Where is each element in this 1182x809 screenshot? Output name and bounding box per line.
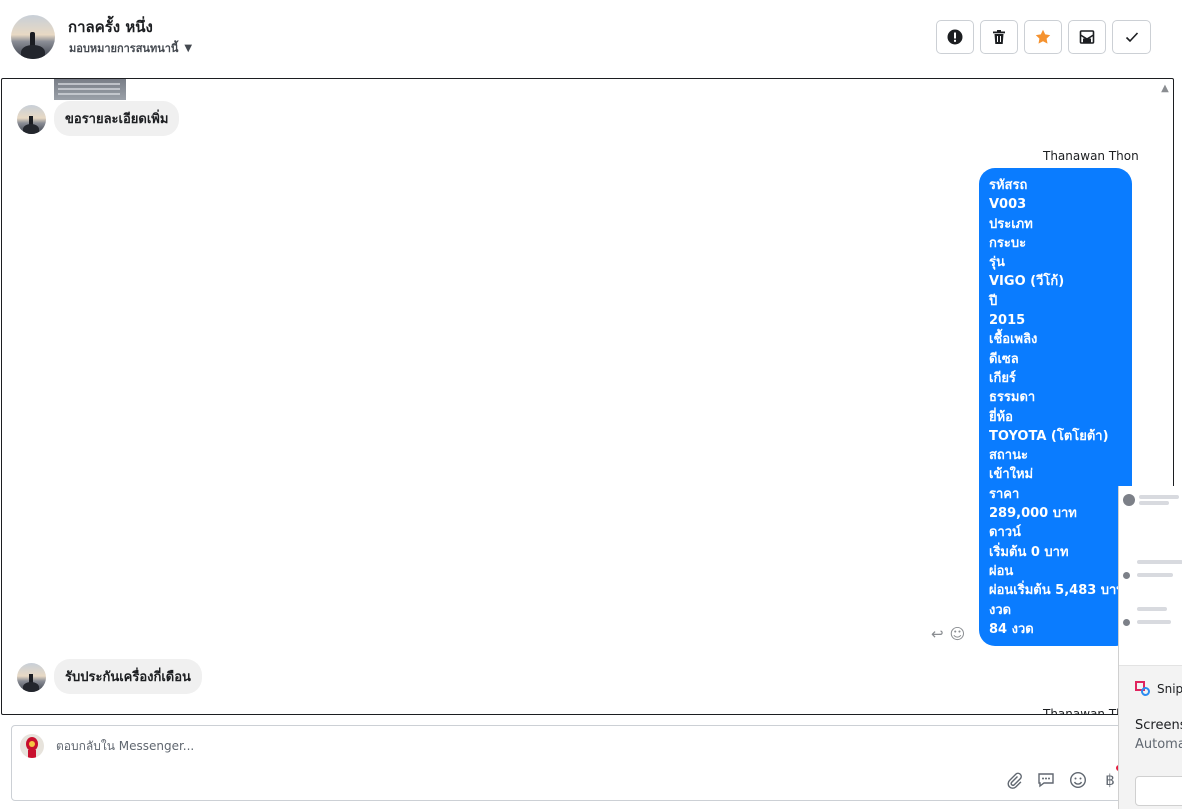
message-line: รหัสรถ [989, 178, 1028, 193]
message-line: ดาวน์ [989, 525, 1021, 541]
message-line: ผ่อนเริ่มต้น 5,483 บาท [989, 583, 1125, 599]
message-line: ประเภท [989, 216, 1033, 232]
star-button[interactable] [1024, 20, 1062, 54]
conversation-thread[interactable]: ▲ ขอรายละเอียดเพิ่ม Thanawan Thon รหัสรถ… [1, 78, 1174, 715]
incoming-message[interactable]: ขอรายละเอียดเพิ่ม [54, 101, 180, 136]
contact-avatar-small[interactable] [17, 105, 46, 134]
assign-conversation-dropdown[interactable]: มอบหมายการสนทนานี้ ▼ [69, 39, 192, 57]
exclamation-icon [947, 29, 963, 45]
snip-app-header: Snip [1135, 681, 1182, 697]
snipping-tool-notification[interactable]: Snip Screens Automa [1118, 486, 1182, 809]
message-line: 2015 [989, 313, 1026, 329]
incoming-message[interactable]: รับประกันเครื่องกี่เดือน [54, 659, 202, 694]
page-avatar [20, 734, 44, 758]
conversation-toolbar [936, 20, 1151, 54]
message-line: ผ่อน [989, 563, 1014, 579]
react-emoji-icon[interactable]: ☺ [950, 625, 966, 643]
message-line: เกียร์ [989, 370, 1016, 386]
message-line: ธรรมดา [989, 390, 1036, 406]
message-line: เชื้อเพลิง [989, 332, 1038, 348]
reply-input[interactable] [56, 739, 956, 753]
message-line: V003 [989, 197, 1027, 213]
star-icon [1035, 29, 1051, 44]
mark-unread-button[interactable] [1068, 20, 1106, 54]
message-line: กระบะ [989, 235, 1027, 251]
message-line: งวด [989, 602, 1012, 618]
saved-reply-icon[interactable] [1036, 770, 1056, 790]
screenshot-thumbnail[interactable] [1119, 486, 1182, 666]
message-actions: ↩ ☺ [931, 625, 965, 643]
composer-tools: ฿ [1004, 770, 1120, 790]
sender-name: Thanawan Thon [1043, 149, 1139, 163]
mark-done-button[interactable] [1112, 20, 1151, 54]
attachment-icon[interactable] [1004, 770, 1024, 790]
snip-action-button[interactable] [1135, 776, 1182, 806]
check-icon [1125, 32, 1138, 43]
message-line: สถานะ [989, 448, 1028, 464]
contact-name[interactable]: กาลครั้ง หนึ่ง [68, 15, 153, 39]
delete-button[interactable] [980, 20, 1018, 54]
reply-icon[interactable]: ↩ [931, 625, 944, 643]
message-line: ยี่ห้อ [989, 409, 1013, 425]
message-line: 289,000 บาท [989, 506, 1077, 522]
emoji-icon[interactable] [1068, 770, 1088, 790]
report-spam-button[interactable] [936, 20, 974, 54]
shared-image-preview[interactable] [54, 79, 126, 100]
contact-avatar-small[interactable] [17, 663, 46, 692]
envelope-icon [1079, 30, 1095, 44]
trash-icon [993, 30, 1005, 44]
snipping-tool-logo-icon [1135, 681, 1151, 697]
snip-notification-subtitle: Automa [1135, 737, 1182, 752]
outgoing-message[interactable]: รหัสรถ V003 ประเภท กระบะ รุ่น VIGO (วีโก… [979, 168, 1132, 646]
contact-avatar[interactable] [11, 15, 55, 59]
message-line: ดีเซล [989, 351, 1019, 367]
message-line: VIGO (วีโก้) [989, 274, 1065, 290]
scroll-up-arrow-icon[interactable]: ▲ [1159, 84, 1171, 94]
caret-down-icon: ▼ [184, 42, 193, 54]
reply-composer: ฿ [11, 725, 1171, 801]
snip-app-name: Snip [1157, 682, 1182, 696]
message-line: ปี [989, 293, 998, 309]
assign-label: มอบหมายการสนทนานี้ [69, 42, 179, 55]
conversation-header: กาลครั้ง หนึ่ง มอบหมายการสนทนานี้ ▼ [0, 0, 1182, 77]
message-line: เริ่มต้น 0 บาท [989, 544, 1069, 560]
message-line: 84 งวด [989, 621, 1034, 637]
message-line: เข้าใหม่ [989, 467, 1034, 483]
message-line: ราคา [989, 486, 1020, 502]
payment-icon[interactable]: ฿ [1100, 770, 1120, 790]
message-line: TOYOTA (โตโยต้า) [989, 428, 1109, 444]
snip-notification-title: Screens [1135, 718, 1182, 733]
message-line: รุ่น [989, 255, 1005, 271]
